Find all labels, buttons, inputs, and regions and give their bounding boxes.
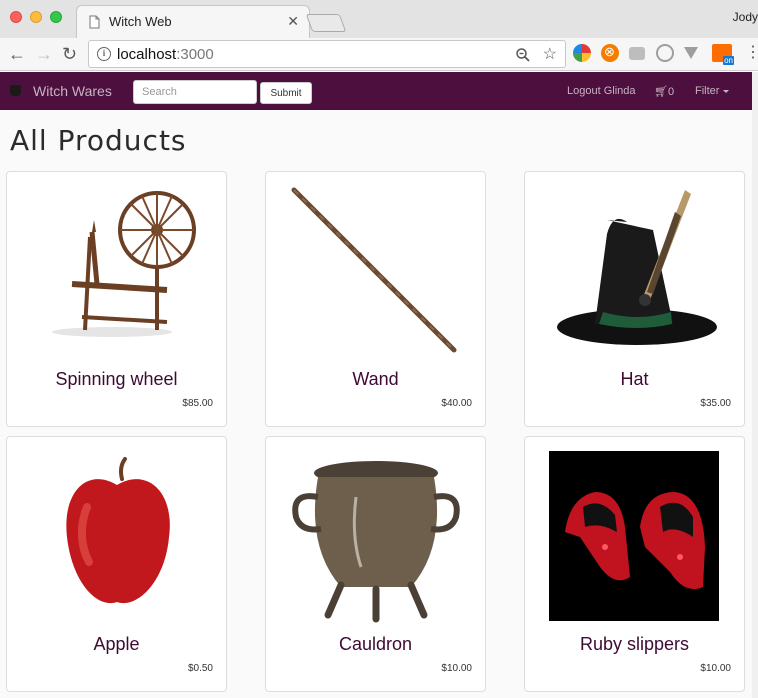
cauldron-image <box>292 461 460 623</box>
product-name[interactable]: Cauldron <box>266 634 485 655</box>
browser-tab[interactable]: Witch Web ✕ <box>76 5 310 38</box>
cart-count: 0 <box>667 86 675 98</box>
document-icon <box>89 15 100 29</box>
info-icon[interactable]: i <box>97 47 111 61</box>
on-extension-icon[interactable]: on <box>712 44 734 65</box>
tab-title: Witch Web <box>109 14 172 29</box>
product-card[interactable]: Cauldron $10.00 <box>265 436 486 692</box>
product-name[interactable]: Ruby slippers <box>525 634 744 655</box>
product-card[interactable]: Apple $0.50 <box>6 436 227 692</box>
product-price: $10.00 <box>700 663 731 674</box>
product-price: $85.00 <box>182 398 213 409</box>
close-window-button[interactable] <box>10 11 22 23</box>
product-name[interactable]: Hat <box>525 369 744 390</box>
forward-arrow-icon[interactable]: → <box>35 43 53 65</box>
product-price: $10.00 <box>441 663 472 674</box>
vue-extension-icon[interactable] <box>684 47 698 59</box>
product-card[interactable]: Hat $35.00 <box>524 171 745 427</box>
product-card[interactable]: Wand $40.00 <box>265 171 486 427</box>
browser-toolbar: ← → ↻ i localhost:3000 ☆ on ⋮ <box>0 38 758 71</box>
address-bar[interactable]: i localhost:3000 ☆ <box>88 40 566 68</box>
page-scrollbar[interactable] <box>752 72 758 698</box>
apple-image <box>66 457 170 604</box>
back-arrow-icon[interactable]: ← <box>8 43 26 65</box>
cart-link[interactable]: 🛒︎0 <box>654 85 674 98</box>
ruby-slippers-image <box>549 451 719 621</box>
orange-extension-icon[interactable] <box>601 44 619 62</box>
cart-icon: 🛒︎ <box>654 86 668 98</box>
spinning-wheel-image <box>52 191 196 337</box>
new-tab-button[interactable] <box>305 14 347 32</box>
minimize-window-button[interactable] <box>30 11 42 23</box>
search-input[interactable] <box>133 80 257 104</box>
product-price: $0.50 <box>187 663 213 674</box>
wand-image <box>291 187 457 353</box>
product-name[interactable]: Apple <box>7 634 226 655</box>
browser-menu-icon[interactable]: ⋮ <box>745 42 758 64</box>
submit-button[interactable]: Submit <box>260 82 312 104</box>
product-price: $40.00 <box>441 398 472 409</box>
page-viewport: Witch Wares Submit Logout Glinda 🛒︎0 Fil… <box>0 72 758 698</box>
filter-dropdown[interactable]: Filter <box>695 85 730 97</box>
caret-down-icon <box>723 89 730 93</box>
brand-link[interactable]: Witch Wares <box>33 83 112 99</box>
url-text[interactable]: localhost:3000 <box>117 46 214 63</box>
product-card[interactable]: Ruby slippers $10.00 <box>524 436 745 692</box>
cauldron-logo-icon[interactable] <box>10 85 21 96</box>
witch-hat-image <box>557 190 717 345</box>
reload-icon[interactable]: ↻ <box>62 43 77 65</box>
circle-extension-icon[interactable] <box>656 44 674 62</box>
site-navbar: Witch Wares Submit Logout Glinda 🛒︎0 Fil… <box>0 72 752 110</box>
zoom-window-button[interactable] <box>50 11 62 23</box>
color-picker-extension-icon[interactable] <box>573 44 591 62</box>
camera-extension-icon[interactable] <box>629 47 645 60</box>
browser-tabstrip: Witch Web ✕ Jody <box>0 0 758 38</box>
product-name[interactable]: Wand <box>266 369 485 390</box>
product-card[interactable]: Spinning wheel $85.00 <box>6 171 227 427</box>
zoom-icon[interactable] <box>515 47 531 63</box>
product-name[interactable]: Spinning wheel <box>7 369 226 390</box>
product-price: $35.00 <box>700 398 731 409</box>
close-tab-icon[interactable]: ✕ <box>287 13 299 30</box>
profile-name[interactable]: Jody <box>733 10 758 24</box>
page-title: All Products <box>10 124 187 157</box>
logout-link[interactable]: Logout Glinda <box>567 85 636 97</box>
bookmark-star-icon[interactable]: ☆ <box>543 44 557 64</box>
